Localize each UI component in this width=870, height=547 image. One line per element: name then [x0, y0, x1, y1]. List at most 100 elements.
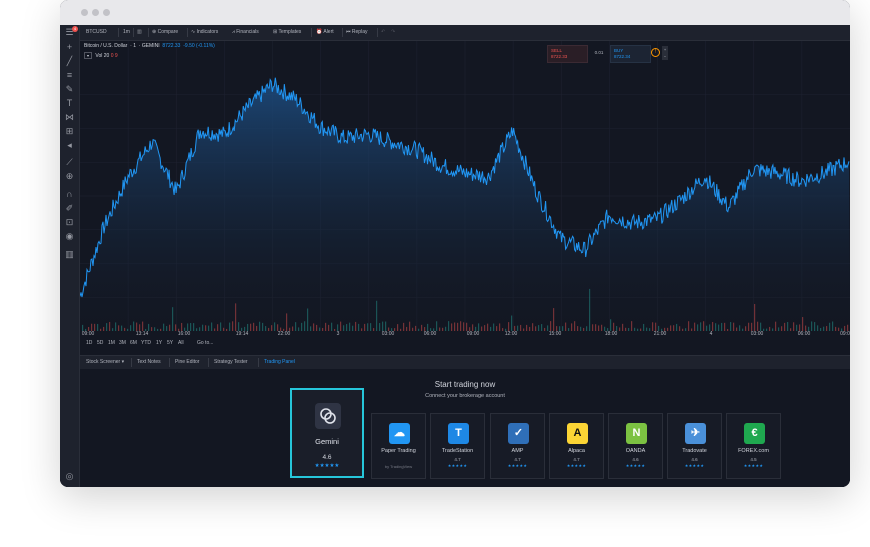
range-button[interactable]: 3M [119, 340, 126, 346]
back-icon[interactable]: ◂ [64, 140, 75, 151]
crosshair-icon[interactable]: + [64, 42, 75, 53]
zoom-icon[interactable]: ⊕ [64, 171, 75, 182]
replay-icon: ⏮ [346, 29, 351, 35]
time-axis-label: 13:14 [135, 331, 149, 337]
window-dot-close[interactable] [81, 9, 88, 16]
symbol-search[interactable]: BTCUSD [86, 25, 107, 40]
magnet-icon[interactable]: ∩ [64, 189, 75, 200]
prediction-icon[interactable]: ⊞ [64, 126, 75, 137]
tab-divider [169, 358, 170, 367]
toolbar-divider [342, 28, 343, 37]
range-button[interactable]: 5D [97, 340, 103, 346]
range-button[interactable]: 5Y [167, 340, 173, 346]
tab-divider [258, 358, 259, 367]
broker-card[interactable]: ☁ Paper Trading by TradingView [371, 413, 426, 479]
tab-text-notes[interactable]: Text Notes [137, 356, 161, 369]
window-dot-minimize[interactable] [92, 9, 99, 16]
volume-value: 0 [110, 53, 114, 59]
warning-icon[interactable]: ! [651, 48, 660, 57]
broker-stars: ★★★★★ [507, 463, 528, 468]
trade-stepper[interactable]: + − [662, 46, 668, 60]
tab-strategy-tester[interactable]: Strategy Tester [214, 356, 248, 369]
gemini-broker-card[interactable]: Gemini 4.6 ★★★★★ [290, 388, 364, 478]
tab-pine-editor[interactable]: Pine Editor [175, 356, 199, 369]
compare-label: Compare [157, 29, 179, 35]
brush-icon[interactable]: ✎ [64, 84, 75, 95]
panel-title: Start trading now [434, 380, 496, 389]
panel-subtitle: Connect your brokerage account [425, 393, 505, 399]
gemini-rating: 4.6 [322, 454, 332, 461]
gemini-stars: ★★★★★ [314, 463, 340, 469]
fib-icon[interactable]: ≡ [64, 70, 75, 81]
volume-value-2: 9 [114, 53, 118, 59]
broker-card[interactable]: N OANDA 4.6 ★★★★★ [608, 413, 663, 479]
eye-icon[interactable]: ◉ [64, 231, 75, 242]
undo-icon[interactable]: ↶ [381, 25, 385, 40]
interval-button[interactable]: 1m [123, 25, 130, 40]
window-dot-maximize[interactable] [103, 9, 110, 16]
toolbar-divider [118, 28, 119, 37]
top-toolbar: BTCUSD 1m ▥ ⊕ Compare ∿ Indicators ⩘ Fin… [80, 25, 850, 41]
trend-line-icon[interactable]: ╱ [64, 56, 75, 67]
toolbar-divider [187, 28, 188, 37]
tab-trading-panel[interactable]: Trading Panel [264, 356, 295, 369]
templates-label: Templates [278, 29, 302, 35]
draw-mode-icon[interactable]: ✐ [64, 203, 75, 214]
financials-label: Financials [236, 29, 259, 35]
range-button[interactable]: 1D [86, 340, 92, 346]
ruler-icon[interactable]: ⟋ [64, 157, 75, 168]
pattern-icon[interactable]: ⋈ [64, 112, 75, 123]
lock-icon[interactable]: ⊡ [64, 217, 75, 228]
broker-logo-icon: € [744, 423, 765, 444]
time-axis-label: 15:00 [548, 331, 562, 337]
range-button[interactable]: 1M [108, 340, 115, 346]
financials-icon: ⩘ [232, 29, 235, 35]
broker-stars: ★★★★★ [684, 463, 705, 468]
tab-stock-screener[interactable]: Stock Screener ▾ [86, 356, 124, 369]
broker-card[interactable]: A Alpaca 4.7 ★★★★★ [549, 413, 604, 479]
alert-button[interactable]: ⏰ Alert [316, 25, 334, 40]
redo-icon[interactable]: ↷ [391, 25, 395, 40]
price-chart[interactable]: Bitcoin / U.S. Dollar · 1 · GEMINI 8722.… [80, 41, 850, 354]
plus-circle-icon: ⊕ [152, 29, 157, 35]
text-icon[interactable]: T [64, 98, 75, 109]
broker-card[interactable]: € FOREX.com 4.5 ★★★★★ [726, 413, 781, 479]
replay-button[interactable]: ⏮ Replay [346, 25, 367, 40]
broker-card[interactable]: T TradeStation 4.7 ★★★★★ [430, 413, 485, 479]
time-axis-label: 19:14 [235, 331, 249, 337]
chart-type-icon[interactable]: ▥ [137, 25, 142, 40]
tab-label: Stock Screener [86, 359, 121, 365]
broker-rating: 4.7 [454, 457, 461, 462]
object-tree-icon[interactable]: ◎ [64, 471, 75, 482]
templates-button[interactable]: ⊞ Templates [273, 25, 301, 40]
browser-window: ☰ 4 + ╱ ≡ ✎ T ⋈ ⊞ ◂ ⟋ ⊕ ∩ ✐ ⊡ ◉ ▥ ◎ BTCU… [60, 0, 850, 487]
collapse-icon[interactable]: ▾ [84, 52, 92, 59]
sell-button[interactable]: SELL 8722.33 [547, 45, 588, 63]
broker-card[interactable]: ✈ Tradovate 4.6 ★★★★★ [667, 413, 722, 479]
window-titlebar [60, 0, 850, 25]
financials-button[interactable]: ⩘ Financials [232, 25, 259, 40]
broker-rating: 4.7 [514, 457, 521, 462]
alert-label: Alert [323, 29, 334, 35]
broker-logo-icon: ☁ [389, 423, 410, 444]
time-axis-label: 09:00 [81, 331, 95, 337]
tab-divider [131, 358, 132, 367]
toolbar-divider [148, 28, 149, 37]
range-button[interactable]: 6M [130, 340, 137, 346]
range-button[interactable]: 1Y [156, 340, 162, 346]
broker-stars: ★★★★★ [447, 463, 468, 468]
time-axis-label: 22:00 [277, 331, 291, 337]
broker-logo-icon: N [626, 423, 647, 444]
compare-button[interactable]: ⊕ Compare [152, 25, 178, 40]
trash-icon[interactable]: ▥ [64, 249, 75, 260]
broker-by-label: by TradingView [384, 464, 413, 469]
buy-button[interactable]: BUY 8722.34 [610, 45, 651, 63]
indicators-button[interactable]: ∿ Indicators [191, 25, 218, 40]
drawing-toolbar: ☰ 4 + ╱ ≡ ✎ T ⋈ ⊞ ◂ ⟋ ⊕ ∩ ✐ ⊡ ◉ ▥ ◎ [60, 25, 80, 487]
broker-logo-icon: ✈ [685, 423, 706, 444]
range-button[interactable]: YTD [141, 340, 151, 346]
range-button[interactable]: All [178, 340, 184, 346]
broker-card[interactable]: ✓ AMP 4.7 ★★★★★ [490, 413, 545, 479]
range-button[interactable]: Go to... [197, 340, 213, 346]
time-axis-label: 3 [336, 331, 340, 337]
